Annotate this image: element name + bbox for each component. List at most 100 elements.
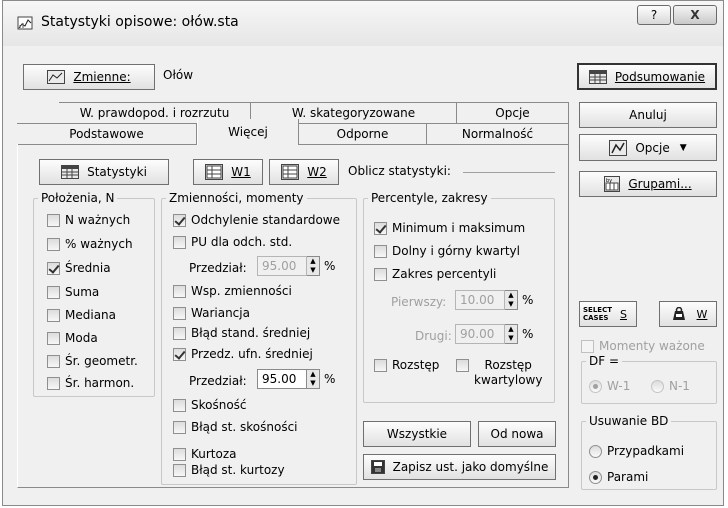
dropdown-arrow-icon: ▼ — [679, 142, 687, 153]
przedzial2-value[interactable]: 95.00 — [257, 369, 307, 389]
parami-radio[interactable]: Parami — [589, 470, 648, 484]
polozenia-box — [47, 213, 60, 227]
blad-sred-checkbox[interactable]: Błąd stand. średniej — [173, 326, 310, 340]
zmiennosci-legend: Zmienności, momenty — [169, 191, 304, 205]
zakres-box — [374, 267, 387, 281]
rozstep-kw-checkbox[interactable]: Rozstęp kwartylowy — [456, 358, 542, 388]
rozstep-checkbox[interactable]: Rozstęp — [374, 358, 439, 372]
pierwszy-value[interactable]: 10.00 — [455, 290, 505, 310]
pierwszy-spinner[interactable]: 10.00 ▲ ▼ % — [455, 290, 533, 310]
podsumowanie-button[interactable]: Podsumowanie — [577, 63, 717, 90]
df-w1-label: W-1 — [607, 379, 631, 393]
polozenia-checkbox[interactable]: Śr. geometr. — [47, 354, 138, 368]
tab-normalnosc[interactable]: Normalność — [427, 123, 569, 145]
tab-odporne[interactable]: Odporne — [299, 123, 427, 145]
momenty-label: Momenty ważone — [599, 339, 705, 353]
kurtoza-label: Kurtoza — [191, 447, 237, 461]
tab-podstawowe[interactable]: Podstawowe — [17, 123, 197, 145]
percentyle-legend: Percentyle, zakresy — [371, 191, 488, 205]
przedzial2-spinner[interactable]: 95.00 ▲ ▼ % — [257, 369, 335, 389]
usuwanie-bd-legend: Usuwanie BD — [589, 414, 669, 428]
spin-up-icon: ▲ — [310, 257, 316, 265]
oblicz-separator — [463, 172, 555, 173]
df-n1-label: N-1 — [669, 379, 690, 393]
zakres-checkbox[interactable]: Zakres percentyli — [374, 267, 496, 281]
wariancja-checkbox[interactable]: Wariancja — [173, 306, 250, 320]
drugi-arrows[interactable]: ▲ ▼ — [505, 324, 518, 344]
w1-label: W1 — [231, 165, 251, 179]
df-w1-dot — [589, 379, 602, 393]
df-w1-radio[interactable]: W-1 — [589, 379, 630, 393]
wariancja-label: Wariancja — [191, 306, 250, 320]
close-button[interactable]: X — [673, 5, 717, 25]
spin-up-icon: ▲ — [310, 370, 316, 378]
podsumowanie-label: Podsumowanie — [614, 69, 706, 84]
przedzial1-value[interactable]: 95.00 — [257, 256, 307, 276]
oblicz-statystyki-label: Oblicz statystyki: — [348, 164, 451, 178]
zmienne-button[interactable]: Zmienne: — [23, 64, 155, 90]
weight-button[interactable]: W — [659, 301, 717, 327]
wsp-checkbox[interactable]: Wsp. zmienności — [173, 284, 292, 298]
save-disk-icon — [370, 460, 385, 474]
drugi-unit: % — [522, 327, 534, 341]
select-cases-button[interactable]: SELECT CASES S — [579, 301, 637, 327]
pierwszy-arrows[interactable]: ▲ ▼ — [505, 290, 518, 310]
w2-button[interactable]: W2 — [269, 159, 339, 185]
parami-label: Parami — [607, 470, 649, 484]
wszystkie-button[interactable]: Wszystkie — [363, 421, 471, 447]
tab-wiecej[interactable]: Więcej — [197, 119, 299, 145]
drugi-value[interactable]: 90.00 — [455, 324, 505, 344]
skosnosc-label: Skośność — [191, 398, 247, 412]
grupami-button[interactable]: by Grupami... — [579, 171, 717, 197]
weight-w-label: W — [696, 307, 708, 321]
polozenia-label: Suma — [65, 285, 100, 299]
select-cases-s-label: S — [619, 307, 627, 321]
blad-skos-checkbox[interactable]: Błąd st. skośności — [173, 420, 298, 434]
polozenia-checkbox[interactable]: % ważnych — [47, 237, 133, 251]
przedzial1-spinner[interactable]: 95.00 ▲ ▼ % — [257, 256, 335, 276]
wsp-label: Wsp. zmienności — [191, 284, 292, 298]
rozstep-kw-label: Rozstęp kwartylowy — [474, 358, 542, 388]
help-button[interactable]: ? — [637, 5, 671, 25]
w1-button[interactable]: W1 — [193, 159, 263, 185]
rozstep-kw-line1: Rozstęp — [484, 358, 532, 372]
select-cases-icon: SELECT CASES — [583, 306, 612, 322]
opcje-dropdown-button[interactable]: Opcje ▼ — [579, 134, 717, 161]
przedz-ufn-checkbox[interactable]: Przedz. ufn. średniej — [173, 347, 313, 361]
grupami-label: Grupami... — [628, 177, 692, 191]
kwartyl-checkbox[interactable]: Dolny i górny kwartyl — [374, 244, 520, 258]
spin-up-icon: ▲ — [508, 325, 514, 333]
blad-sred-box — [173, 326, 186, 340]
polozenia-label: Średnia — [65, 261, 111, 275]
polozenia-box — [47, 354, 60, 368]
df-n1-radio[interactable]: N-1 — [651, 379, 690, 393]
w2-label: W2 — [307, 165, 327, 179]
tab-opcje[interactable]: Opcje — [457, 102, 569, 124]
minmax-checkbox[interactable]: Minimum i maksimum — [374, 221, 525, 235]
pu-checkbox[interactable]: PU dla odch. std. — [173, 235, 292, 249]
anuluj-button[interactable]: Anuluj — [579, 102, 717, 128]
zapisz-domyslne-button[interactable]: Zapisz ust. jako domyślne — [363, 454, 556, 480]
polozenia-checkbox[interactable]: Śr. harmon. — [47, 376, 134, 390]
polozenia-checkbox[interactable]: Suma — [47, 285, 99, 299]
statystyki-button[interactable]: Statystyki — [39, 159, 169, 185]
polozenia-label: Mediana — [65, 308, 116, 322]
weight-icon — [669, 306, 689, 321]
parami-dot — [589, 470, 602, 484]
kurtoza-checkbox[interactable]: Kurtoza — [173, 447, 237, 461]
polozenia-checkbox[interactable]: Średnia — [47, 261, 111, 275]
przypadkami-radio[interactable]: Przypadkami — [589, 444, 684, 458]
blad-kurt-checkbox[interactable]: Błąd st. kurtozy — [173, 463, 285, 477]
przedzial2-arrows[interactable]: ▲ ▼ — [307, 369, 320, 389]
drugi-spinner[interactable]: 90.00 ▲ ▼ % — [455, 324, 533, 344]
momenty-wazone-checkbox[interactable]: Momenty ważone — [581, 339, 705, 353]
blad-kurt-label: Błąd st. kurtozy — [191, 463, 285, 477]
przedzial1-arrows[interactable]: ▲ ▼ — [307, 256, 320, 276]
polozenia-checkbox[interactable]: N ważnych — [47, 213, 130, 227]
skosnosc-checkbox[interactable]: Skośność — [173, 398, 247, 412]
polozenia-checkbox[interactable]: Mediana — [47, 308, 116, 322]
polozenia-checkbox[interactable]: Moda — [47, 331, 98, 345]
przedz-ufn-box — [173, 347, 186, 361]
od-nowa-button[interactable]: Od nowa — [478, 421, 556, 447]
odchylenie-checkbox[interactable]: Odchylenie standardowe — [173, 213, 340, 227]
